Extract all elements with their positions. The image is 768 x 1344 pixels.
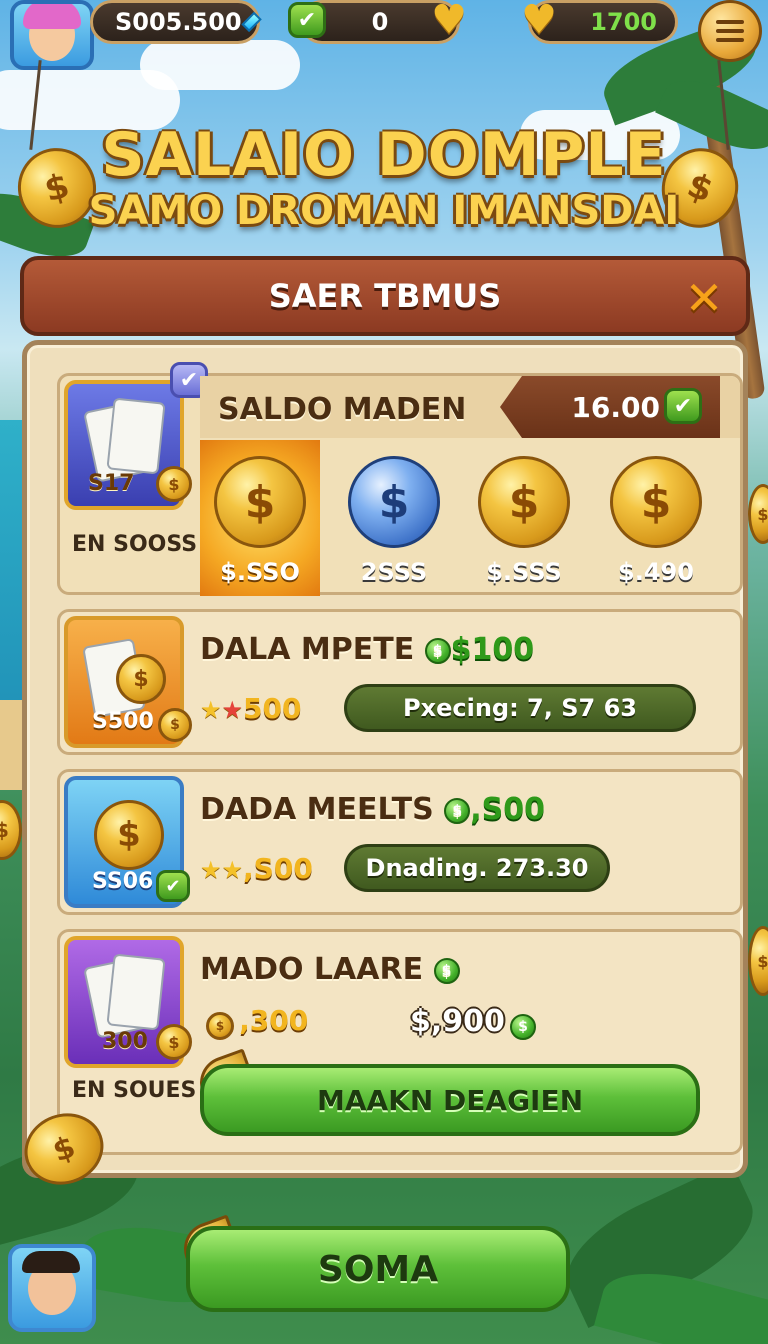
coin-option-label: $.SSS <box>486 558 562 586</box>
menu-button[interactable] <box>698 0 762 62</box>
coin-option-4[interactable]: $ $.490 <box>606 456 706 596</box>
row-3-buy-button-label: MAAKN DEAGIEN <box>316 1083 584 1117</box>
offer-row-2-reward: ,S00 <box>470 792 545 827</box>
offer-row-3-price: $,900 $ <box>410 1004 536 1040</box>
coin-option-label: $.490 <box>618 558 694 586</box>
offer-row-2-thumb-label: SS06 <box>92 869 154 894</box>
offer-row-2-stars: ★★,S00 <box>200 852 313 885</box>
player-avatar[interactable] <box>10 0 94 70</box>
top-offer-row: S17 $ ✔ EN SOOSS SALDO MADEN 16.00 ✔ $ $… <box>57 362 743 596</box>
dollar-coin-icon: $ <box>478 456 570 548</box>
offer-row-1-thumbnail: $ S500 $ <box>64 616 192 748</box>
row-3-buy-button[interactable]: MAAKN DEAGIEN <box>200 1064 700 1136</box>
gold-heart-icon: ♥ <box>431 0 467 43</box>
shop-panel: S17 $ ✔ EN SOOSS SALDO MADEN 16.00 ✔ $ $… <box>22 340 748 1178</box>
floating-coin: $ <box>748 926 768 996</box>
check-icon: ✔ <box>288 2 326 38</box>
green-coin-icon: $ <box>510 1013 536 1040</box>
green-coin-icon: $ <box>424 637 451 664</box>
game-title: SALAIO DOMPLE <box>101 120 667 190</box>
dollar-coin-icon: $ <box>610 456 702 548</box>
coin-icon: $ <box>158 708 192 742</box>
offer-row-3-thumbnail: 300 $ <box>64 936 192 1068</box>
offer-row-1-title-text: DALA MPETE <box>200 632 415 667</box>
hearts-value: 0 <box>371 8 389 36</box>
coin-option-3[interactable]: $ $.SSS <box>474 456 574 596</box>
offer-row-1-progress-text: Pxecing: 7, S7 63 <box>403 694 637 722</box>
offer-row-2-title-text: DADA MEELTS <box>200 792 434 827</box>
menu-icon-bar <box>716 20 744 24</box>
offer-row-3-thumb-label: 300 <box>102 1029 148 1054</box>
green-coin-icon: $ <box>444 797 471 824</box>
friend-avatar[interactable] <box>8 1244 96 1332</box>
check-icon: ✔ <box>664 388 702 424</box>
menu-icon-bar <box>716 38 744 42</box>
balance-value: S005.500 <box>115 8 242 36</box>
coin-option-2[interactable]: $ 2SSS <box>344 456 444 596</box>
offer-row-1-thumb-label: S500 <box>92 709 154 734</box>
menu-icon-bar <box>716 29 744 33</box>
top-offer-heading: SALDO MADEN <box>218 392 467 427</box>
star-icon: ★ <box>200 696 222 724</box>
coin-option-1[interactable]: $ $.SSO <box>210 456 310 596</box>
diamond-icon <box>240 11 262 33</box>
card-icon <box>106 953 166 1031</box>
offer-row-3-title: MADO LAARE $ <box>200 952 460 987</box>
star-icon: ★ <box>221 856 244 884</box>
gold-heart-icon-2: ♥ <box>521 0 557 43</box>
floating-coin: $ <box>0 800 22 860</box>
top-offer-thumb-label: S17 <box>88 471 135 496</box>
offer-row-3-title-text: MADO LAARE <box>200 952 424 987</box>
banner-title: SAER TBMUS <box>268 277 502 315</box>
offer-row-2-progress: Dnading. 273.30 <box>344 844 610 892</box>
game-subtitle: SAMO DROMAN IMANSDAI <box>88 188 680 234</box>
gold-value: 1700 <box>590 8 657 36</box>
offer-row-2-progress-text: Dnading. 273.30 <box>365 854 589 882</box>
offer-row-1-stars: ★★500 <box>200 692 301 725</box>
check-icon: ✔ <box>156 870 190 902</box>
coin-option-label: 2SSS <box>360 558 428 586</box>
dollar-coin-icon: $ <box>94 800 164 870</box>
floating-coin: $ <box>748 484 768 544</box>
coin-icon: $ <box>156 466 192 502</box>
offer-row-2[interactable]: $ SS06 ✔ DADA MEELTS $ ,S00 ★★,S00 Dnadin… <box>57 769 743 915</box>
star-icon: ★ <box>221 696 244 724</box>
offer-row-1-progress: Pxecing: 7, S7 63 <box>344 684 696 732</box>
blue-coin-icon: $ <box>348 456 440 548</box>
offer-row-3-caption: EN SOUES <box>72 1078 197 1103</box>
bottom-main-button[interactable]: SOMA <box>186 1226 570 1312</box>
offer-row-1-reward: $100 <box>450 632 535 667</box>
offer-row-2-title: DADA MEELTS $ ,S00 <box>200 792 545 827</box>
offer-row-3-coins-value: ,300 <box>239 1004 309 1037</box>
offer-row-2-thumbnail: $ SS06 ✔ <box>64 776 190 908</box>
shop-header-banner: SAER TBMUS ✕ <box>20 256 750 336</box>
top-offer-caption: EN SOOSS <box>72 532 198 557</box>
coin-icon: $ <box>206 1011 234 1040</box>
coin-icon: $ <box>156 1024 192 1060</box>
dollar-coin-icon: $ <box>116 654 166 704</box>
close-icon[interactable]: ✕ <box>682 275 726 321</box>
dollar-coin-icon: $ <box>214 456 306 548</box>
offer-row-3-coins: $ ,300 <box>206 1004 308 1040</box>
card-icon <box>106 397 166 475</box>
coin-option-label: $.SSO <box>220 558 300 586</box>
offer-row-1[interactable]: $ S500 $ DALA MPETE $ $100 ★★500 Pxecing:… <box>57 609 743 755</box>
offer-row-1-stars-value: 500 <box>243 692 302 725</box>
offer-row-3-price-value: $,900 <box>410 1004 505 1039</box>
top-offer-amount: 16.00 <box>571 390 660 424</box>
bottom-main-button-label: SOMA <box>317 1248 439 1290</box>
balance-pill[interactable]: S005.500 <box>90 0 262 44</box>
star-icon: ★ <box>200 856 222 884</box>
offer-row-3[interactable]: 300 $ EN SOUES MADO LAARE $ $ ,300 $,900… <box>57 929 743 1155</box>
offer-row-2-stars-value: ,S00 <box>243 852 313 885</box>
top-offer-thumbnail[interactable]: S17 $ <box>64 380 192 510</box>
offer-row-1-title: DALA MPETE $ $100 <box>200 632 534 667</box>
green-coin-icon: $ <box>433 957 460 984</box>
